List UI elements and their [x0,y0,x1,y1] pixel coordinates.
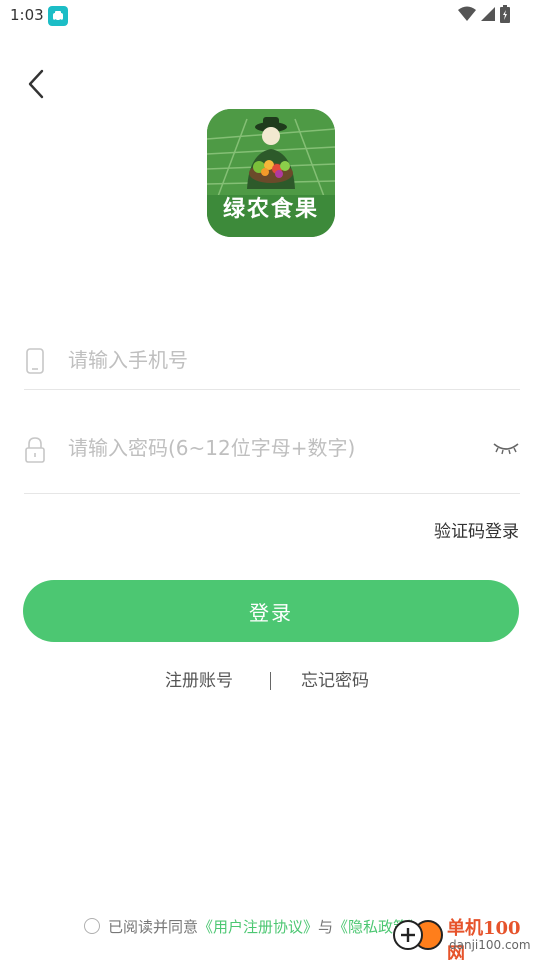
auth-links: 注册账号 忘记密码 [0,666,540,691]
forgot-password-link[interactable]: 忘记密码 [301,666,369,691]
phone-input[interactable] [68,338,488,382]
login-screen: 1:03 绿农食果 请输入手机号 验证码登录 登录 注册账号 忘记密码 已阅读并… [0,0,540,960]
agreement-row: 已阅读并同意 《用户注册协议》 与 《隐私政策》 [84,914,423,938]
app-notification-icon [48,6,68,26]
password-field-row [24,418,520,494]
watermark-title: 单机100网 [447,918,521,960]
login-button[interactable]: 登录 [23,580,519,642]
cell-signal-icon [480,6,496,26]
lock-icon [24,436,46,463]
status-bar: 1:03 [0,0,540,32]
eye-closed-icon[interactable] [492,438,520,458]
watermark-subtitle: danji100.com [449,938,531,952]
watermark-plus-icon [393,920,423,950]
user-agreement-link[interactable]: 《用户注册协议》 [198,916,318,937]
chevron-left-icon [28,69,44,99]
agreement-conjunction: 与 [318,917,334,936]
status-time: 1:03 [10,6,44,24]
logo-text: 绿农食果 [222,196,319,222]
register-link[interactable]: 注册账号 [165,666,233,691]
code-login-link[interactable]: 验证码登录 [434,517,519,542]
app-logo: 绿农食果 [207,109,335,237]
watermark: 单机100网 danji100.com [393,912,538,960]
phone-field-row [24,330,520,390]
password-input[interactable] [68,426,488,470]
battery-icon [500,5,510,27]
wifi-icon [458,6,476,26]
status-right [458,5,510,27]
phone-icon [24,348,46,374]
agreement-prefix: 已阅读并同意 [108,917,199,936]
links-divider [270,672,271,690]
back-button[interactable] [18,66,54,102]
agreement-checkbox[interactable] [84,918,100,934]
